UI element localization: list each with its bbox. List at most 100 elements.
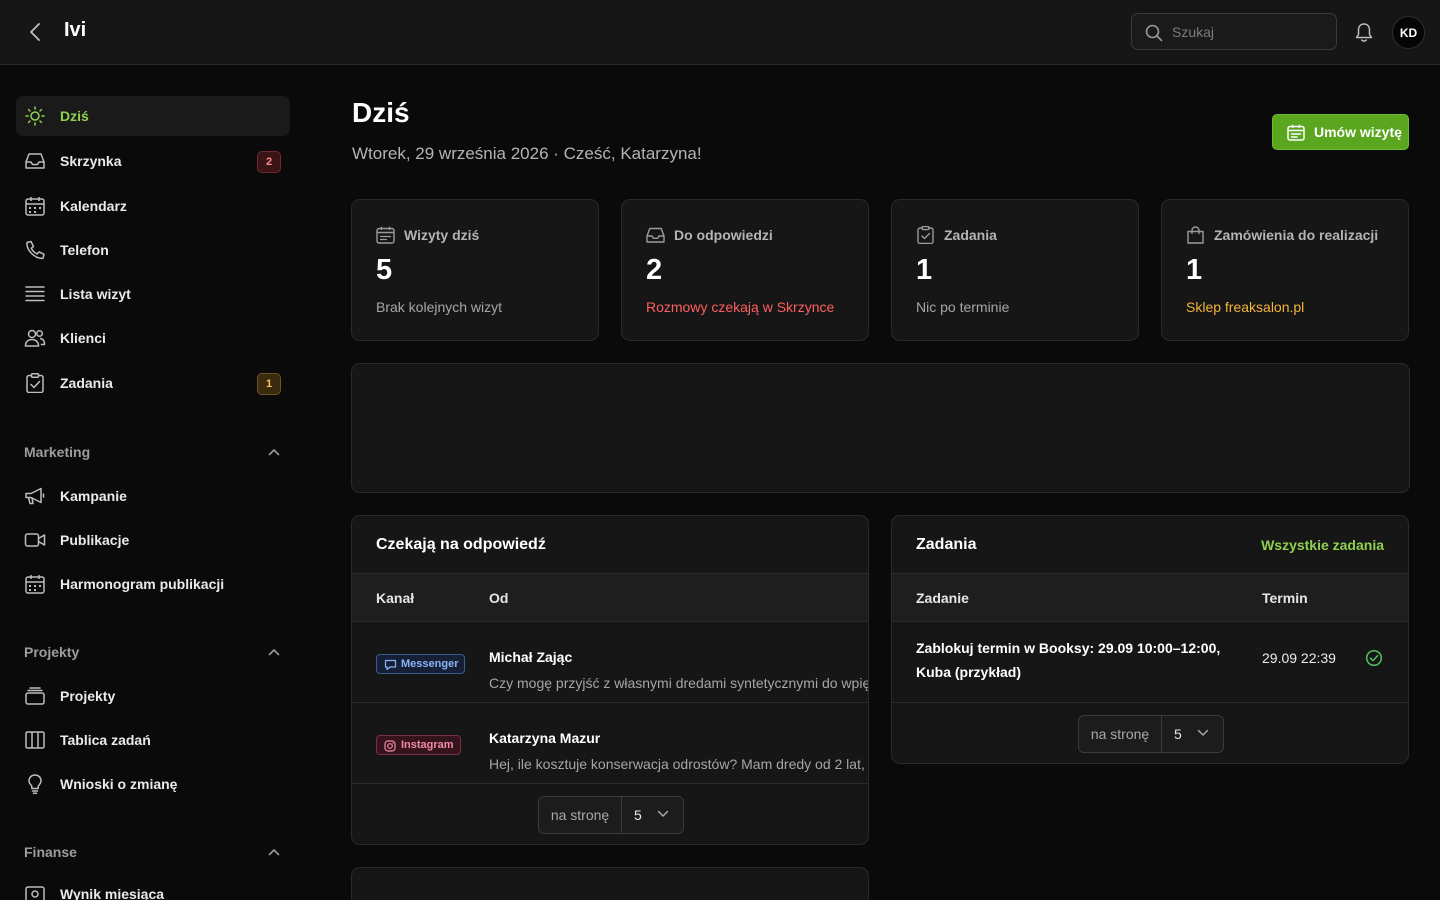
sidebar-item-projekty[interactable]: Projekty (16, 676, 290, 716)
sidebar-item-zadania[interactable]: Zadania 1 (16, 363, 290, 403)
sidebar-item-dzis[interactable]: Dziś (16, 96, 290, 136)
chevron-down-icon (657, 810, 669, 818)
stat-card-wizyty[interactable]: Wizyty dziś 5 Brak kolejnych wizyt (351, 199, 599, 341)
back-arrow-icon[interactable] (24, 20, 46, 44)
unread-count-badge: 2 (257, 151, 281, 173)
page-size-select[interactable]: na stronę 5 (538, 796, 684, 834)
task-title: Zablokuj termin w Booksy: 29.09 10:00–12… (916, 640, 1221, 680)
sidebar-item-harmonogram-publikacji[interactable]: Harmonogram publikacji (16, 564, 290, 604)
stat-label: Zadania (944, 227, 997, 243)
sidebar-item-label: Wnioski o zmianę (60, 776, 178, 792)
page-size-select[interactable]: na stronę 5 (1078, 715, 1224, 753)
stat-value: 1 (916, 254, 933, 286)
column-header: Zadanie (916, 590, 969, 606)
sidebar-item-telefon[interactable]: Telefon (16, 230, 290, 270)
page-size-number: 5 (634, 807, 642, 823)
sidebar-item-label: Wynik miesiąca (60, 886, 165, 900)
video-icon (24, 530, 46, 550)
page-size-label: na stronę (1079, 716, 1162, 752)
book-appointment-button[interactable]: Umów wizytę (1272, 114, 1409, 150)
sidebar-item-label: Tablica zadań (60, 732, 151, 748)
all-tasks-link[interactable]: Wszystkie zadania (1261, 537, 1384, 553)
lightbulb-icon (24, 774, 46, 794)
stat-link[interactable]: Rozmowy czekają w Skrzynce (646, 299, 834, 315)
sidebar-item-publikacje[interactable]: Publikacje (16, 520, 290, 560)
sidebar-item-label: Publikacje (60, 532, 130, 548)
sidebar-item-skrzynka[interactable]: Skrzynka 2 (16, 141, 290, 181)
clipboard-check-icon (24, 373, 46, 393)
sidebar-item-tablica-zadan[interactable]: Tablica zadań (16, 720, 290, 760)
sender-name: Michał Zając (489, 649, 573, 665)
section-marketing-toggle[interactable]: Marketing (24, 441, 280, 463)
channel-label: Instagram (401, 739, 454, 751)
chevron-up-icon (268, 848, 280, 856)
sidebar-item-kampanie[interactable]: Kampanie (16, 476, 290, 516)
messenger-icon (384, 659, 397, 671)
stat-card-zamowienia[interactable]: Zamówienia do realizacji 1 Sklep freaksa… (1161, 199, 1409, 341)
sidebar-item-lista-wizyt[interactable]: Lista wizyt (16, 274, 290, 314)
sidebar-item-label: Kalendarz (60, 198, 127, 214)
clipboard-check-icon (916, 226, 935, 244)
phone-icon (24, 240, 46, 260)
channel-badge-instagram: Instagram (376, 735, 461, 755)
inbox-icon (24, 151, 46, 171)
sidebar-item-label: Telefon (60, 242, 109, 258)
search-box[interactable] (1131, 13, 1337, 50)
channel-label: Messenger (401, 658, 459, 670)
wallet-icon (24, 884, 46, 900)
section-projekty-toggle[interactable]: Projekty (24, 641, 280, 663)
stat-note: Brak kolejnych wizyt (376, 299, 503, 315)
instagram-icon (384, 740, 396, 752)
stat-card-do-odpowiedzi[interactable]: Do odpowiedzi 2 Rozmowy czekają w Skrzyn… (621, 199, 869, 341)
stat-link[interactable]: Sklep freaksalon.pl (1186, 299, 1304, 315)
table-row[interactable]: Zablokuj termin w Booksy: 29.09 10:00–12… (892, 622, 1408, 703)
page-size-value[interactable]: 5 (1162, 716, 1223, 752)
check-circle-icon[interactable] (1365, 649, 1383, 667)
chevron-up-icon (268, 648, 280, 656)
list-icon (24, 284, 46, 304)
page-title: Dziś (352, 97, 410, 128)
panel-title: Czekają na odpowiedź (376, 536, 546, 553)
section-label: Finanse (24, 844, 77, 860)
sidebar-item-label: Harmonogram publikacji (60, 576, 225, 592)
sidebar-item-kalendarz[interactable]: Kalendarz (16, 186, 290, 226)
stat-label: Wizyty dziś (404, 227, 480, 243)
megaphone-icon (24, 486, 46, 506)
page-size-value[interactable]: 5 (622, 797, 683, 833)
message-preview: Hej, ile kosztuje konserwacja odrostów? … (489, 756, 865, 772)
avatar[interactable]: KD (1392, 16, 1425, 49)
panel-title: Zadania (916, 536, 977, 553)
page-size-label: na stronę (539, 797, 622, 833)
top-bar: Ivi KD (0, 0, 1440, 65)
sidebar-item-wynik-miesiaca[interactable]: Wynik miesiąca (16, 876, 290, 900)
sidebar-item-label: Projekty (60, 688, 116, 704)
sidebar-item-wnioski-o-zmiane[interactable]: Wnioski o zmianę (16, 764, 290, 804)
bell-icon[interactable] (1354, 22, 1374, 43)
calendar-icon (1287, 124, 1305, 141)
stat-note: Nic po terminie (916, 299, 1010, 315)
sidebar-item-klienci[interactable]: Klienci (16, 318, 290, 358)
sidebar-item-label: Kampanie (60, 488, 127, 504)
search-icon (1145, 24, 1163, 42)
table-row[interactable]: Messenger Michał Zając Czy mogę przyjść … (352, 622, 868, 703)
tasks-panel: Zadania Wszystkie zadania Zadanie Termin… (891, 515, 1409, 764)
section-finanse-toggle[interactable]: Finanse (24, 841, 280, 863)
sidebar-item-label: Dziś (60, 108, 89, 124)
folders-icon (24, 686, 46, 706)
users-icon (24, 328, 46, 348)
stat-label: Zamówienia do realizacji (1214, 227, 1379, 243)
search-input[interactable] (1172, 14, 1332, 49)
stat-value: 1 (1186, 254, 1203, 286)
sun-icon (24, 106, 46, 126)
stat-card-zadania[interactable]: Zadania 1 Nic po terminie (891, 199, 1139, 341)
sidebar-item-label: Lista wizyt (60, 286, 131, 302)
task-due-date: 29.09 22:39 (1262, 650, 1336, 666)
calendar-icon (24, 574, 46, 594)
chevron-up-icon (268, 448, 280, 456)
app-title: Ivi (64, 19, 87, 41)
column-header: Kanał (376, 590, 415, 606)
column-header: Termin (1262, 590, 1308, 606)
shopping-bag-icon (1186, 226, 1205, 244)
sidebar-item-label: Skrzynka (60, 153, 122, 169)
table-row[interactable]: Instagram Katarzyna Mazur Hej, ile koszt… (352, 703, 868, 784)
